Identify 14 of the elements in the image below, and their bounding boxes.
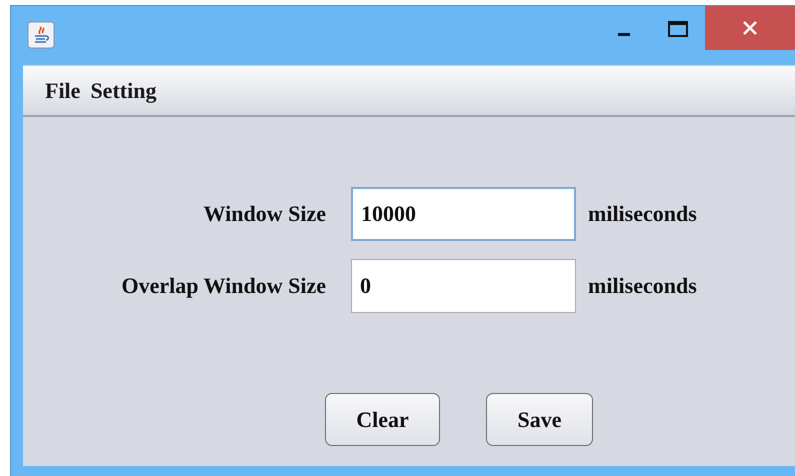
field-label: Window Size [202, 201, 326, 227]
maximize-icon [668, 21, 688, 37]
input-field[interactable]: 0 [351, 259, 576, 313]
unit-label: miliseconds [588, 201, 698, 227]
action-button[interactable]: Clear [325, 393, 440, 446]
menu-item[interactable]: File [43, 78, 82, 104]
field-label: Overlap Window Size [120, 273, 326, 299]
close-icon [742, 20, 758, 36]
app-icon [27, 21, 55, 49]
menu-item[interactable]: Setting [88, 78, 158, 104]
unit-label: miliseconds [588, 273, 698, 299]
minimize-icon [618, 32, 630, 36]
action-button[interactable]: Save [486, 393, 593, 446]
input-field[interactable]: 10000 [351, 187, 576, 241]
